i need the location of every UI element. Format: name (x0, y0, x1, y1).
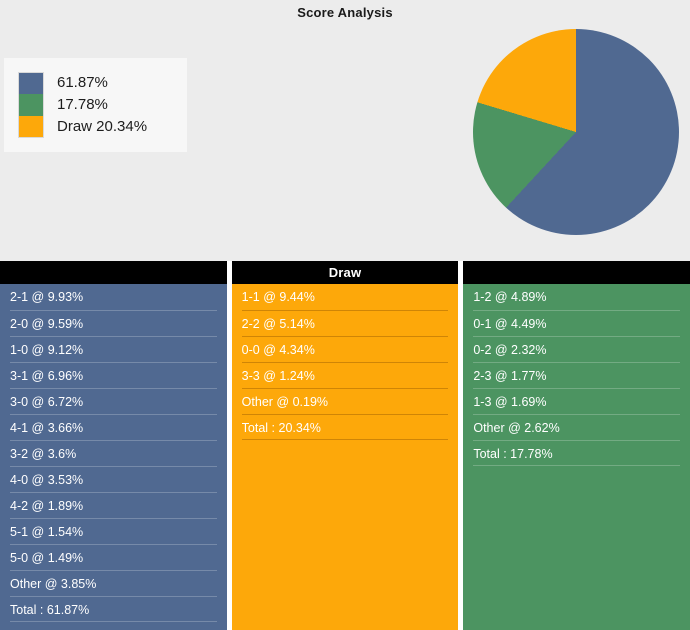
score-row: 0-1 @ 4.49% (473, 310, 681, 336)
score-list-home: 2-1 @ 9.93% 2-0 @ 9.59% 1-0 @ 9.12% 3-1 @ 6… (0, 284, 227, 630)
score-row: 4-2 @ 1.89% (10, 492, 217, 518)
legend-label-away: 17.78% (57, 96, 108, 113)
score-row: 1-0 @ 9.12% (10, 336, 217, 362)
legend-swatch-away (19, 94, 43, 116)
score-row: Other @ 2.62% (473, 414, 681, 440)
legend-swatch-home (19, 73, 43, 95)
score-row: 5-0 @ 1.49% (10, 544, 217, 570)
score-row: 4-1 @ 3.66% (10, 414, 217, 440)
score-column-header-away (463, 261, 690, 284)
legend-swatch-draw (19, 115, 43, 137)
score-row: Total : 61.87% (10, 596, 217, 622)
score-column-header-home (0, 261, 227, 284)
score-row: 0-2 @ 2.32% (473, 336, 681, 362)
score-row: 2-2 @ 5.14% (241, 310, 449, 336)
score-list-away: 1-2 @ 4.89% 0-1 @ 4.49% 0-2 @ 2.32% 2-3 @ 1… (463, 284, 690, 630)
score-row: 3-3 @ 1.24% (241, 362, 449, 388)
pie-chart-slices (473, 29, 679, 235)
score-column-draw: Draw 1-1 @ 9.44% 2-2 @ 5.14% 0-0 @ 4.34% 3-… (231, 261, 459, 630)
score-breakdown-tables: 2-1 @ 9.93% 2-0 @ 9.59% 1-0 @ 9.12% 3-1 @ 6… (0, 261, 690, 630)
score-list-draw: 1-1 @ 9.44% 2-2 @ 5.14% 0-0 @ 4.34% 3-3 @ 1… (231, 284, 459, 630)
score-column-away: 1-2 @ 4.89% 0-1 @ 4.49% 0-2 @ 2.32% 2-3 @ 1… (463, 261, 690, 630)
score-row: 0-0 @ 4.34% (241, 336, 449, 362)
legend-label-stack: 61.87% 17.78% Draw 20.34% (57, 72, 147, 138)
score-row: Other @ 0.19% (241, 388, 449, 414)
legend-swatch-stack (18, 72, 44, 138)
score-row: Total : 17.78% (473, 440, 681, 466)
pie-chart (473, 29, 679, 235)
legend-label-home: 61.87% (57, 74, 108, 91)
score-row: 1-2 @ 4.89% (473, 290, 547, 304)
score-row: 4-0 @ 3.53% (10, 466, 217, 492)
score-column-header-draw: Draw (231, 261, 459, 284)
score-row: 1-3 @ 1.69% (473, 388, 681, 414)
score-row: Total : 20.34% (241, 414, 449, 440)
score-row: Other @ 3.85% (10, 570, 217, 596)
score-column-home: 2-1 @ 9.93% 2-0 @ 9.59% 1-0 @ 9.12% 3-1 @ 6… (0, 261, 227, 630)
score-row: 1-1 @ 9.44% (241, 290, 315, 304)
score-row: 2-3 @ 1.77% (473, 362, 681, 388)
score-row: 3-0 @ 6.72% (10, 388, 217, 414)
score-row: 2-0 @ 9.59% (10, 310, 217, 336)
legend-label-draw: Draw 20.34% (57, 118, 148, 135)
score-row: 5-1 @ 1.54% (10, 518, 217, 544)
score-row: 2-1 @ 9.93% (10, 290, 84, 304)
chart-title: Score Analysis (297, 5, 393, 20)
score-row: 3-1 @ 6.96% (10, 362, 217, 388)
score-analysis-chart-panel: Score Analysis 61.87% 17.78% Draw 20.34% (0, 0, 690, 261)
score-row: 3-2 @ 3.6% (10, 440, 217, 466)
pie-legend: 61.87% 17.78% Draw 20.34% (4, 58, 187, 152)
